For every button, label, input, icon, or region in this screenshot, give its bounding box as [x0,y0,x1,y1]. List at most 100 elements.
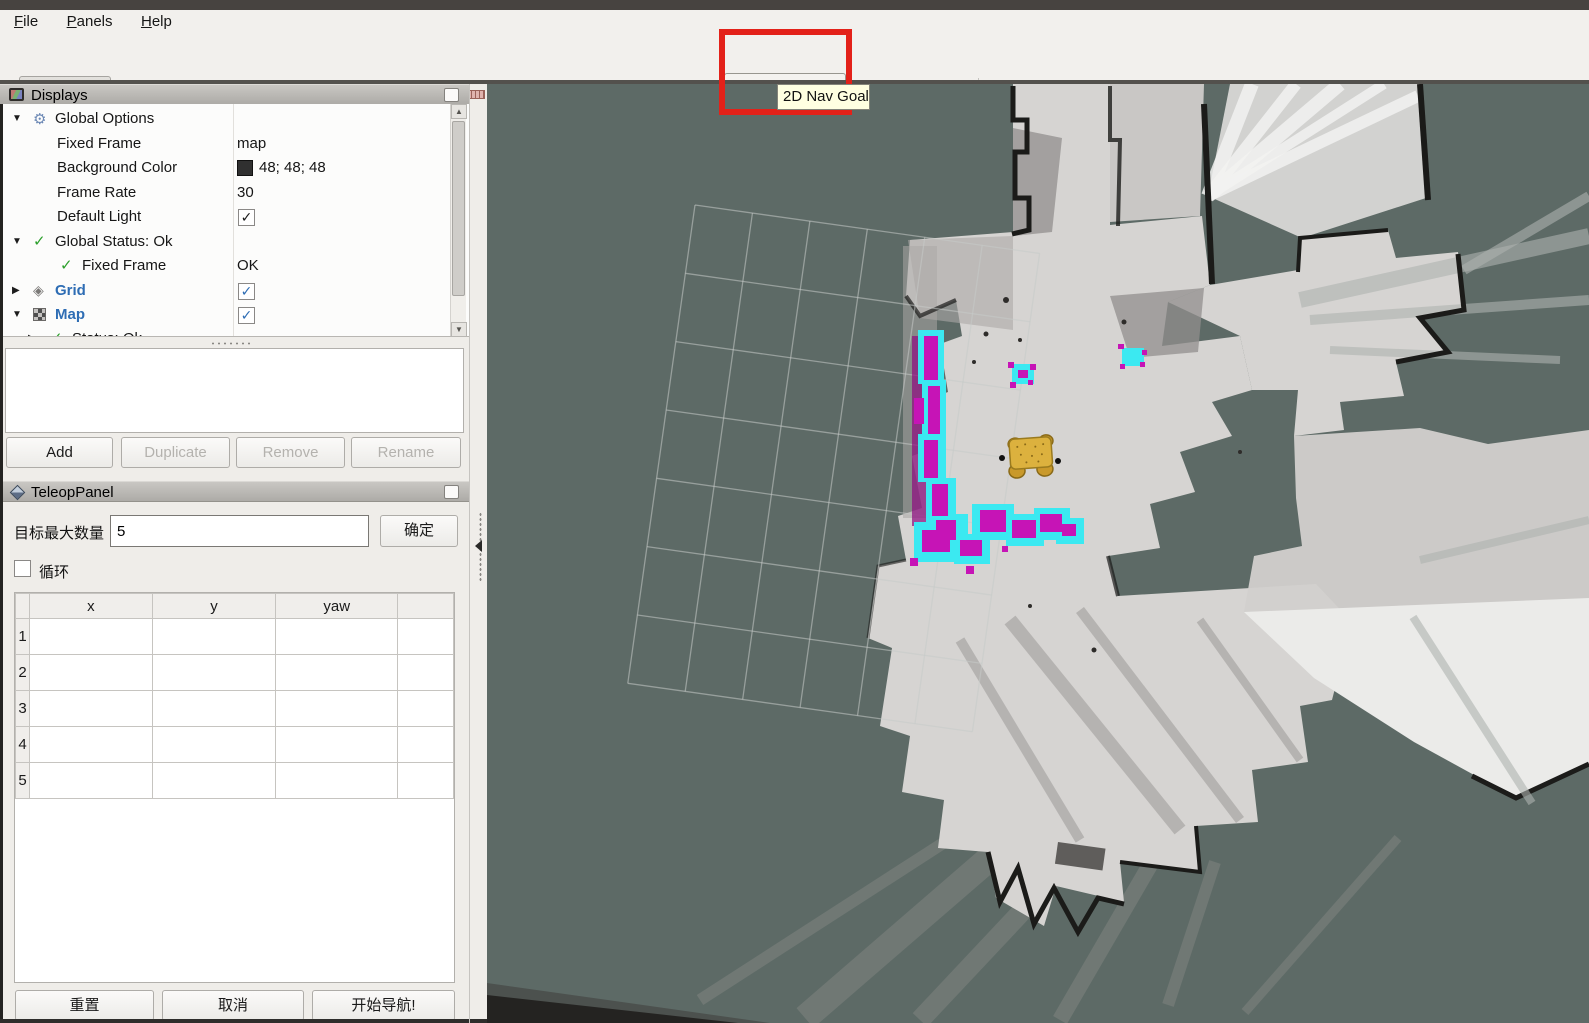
map-display-icon [33,308,46,321]
teleop-panel-header[interactable]: TeleopPanel [0,481,470,502]
tree-scrollbar[interactable]: ▲ ▼ [450,104,466,337]
tree-label: Global Status: Ok [55,233,173,250]
tree-row-grid[interactable]: ▶ ◈ Grid ✓ [0,280,450,304]
column-header-x[interactable]: x [29,594,152,619]
reset-button[interactable]: 重置 [15,990,154,1021]
window-titlebar [0,0,1589,10]
max-goals-input[interactable] [110,515,369,547]
row-header[interactable]: 3 [16,691,30,727]
scroll-up-arrow-icon[interactable]: ▲ [451,104,467,119]
cell-y[interactable] [152,727,276,763]
tree-label: Status: Ok [72,330,142,337]
column-header-y[interactable]: y [152,594,276,619]
menu-help[interactable]: Help [131,10,182,33]
displays-tree[interactable]: ▼ ⚙ Global Options Fixed Frame map Backg… [0,104,470,337]
tree-row-frame-rate[interactable]: Frame Rate 30 [0,182,450,206]
tree-row-fixed-frame-status[interactable]: ✓ Fixed Frame OK [0,255,450,279]
toolbar: ☝ Interact Move Camera Select Focus Came… [0,36,1589,80]
displays-panel-title: Displays [31,87,88,104]
window-left-edge [0,104,3,1023]
tree-value[interactable]: 30 [237,184,254,201]
start-navigation-button[interactable]: 开始导航! [312,990,455,1021]
grid-display-icon: ◈ [33,282,44,299]
displays-panel-header[interactable]: Displays [0,84,470,105]
row-header[interactable]: 2 [16,655,30,691]
chevron-right-icon[interactable]: ▶ [28,333,36,337]
displays-monitor-icon [9,88,24,101]
row-header[interactable]: 5 [16,763,30,799]
tree-value[interactable]: map [237,135,266,152]
menu-bar: File Panels Help [0,10,1589,36]
table-row: 1 [16,619,454,655]
loop-checkbox-label: 循环 [39,561,69,582]
displays-float-button[interactable] [444,88,459,102]
cell-y[interactable] [152,691,276,727]
column-header-yaw[interactable]: yaw [276,594,398,619]
confirm-button[interactable]: 确定 [380,515,458,547]
rename-display-button: Rename [351,437,461,468]
occupancy-map-canvas [487,84,1589,1023]
checkmark-icon: ✓ [241,283,253,299]
remove-display-button: Remove [236,437,345,468]
cell-y[interactable] [152,619,276,655]
loop-checkbox[interactable] [14,560,31,577]
tree-row-global-options[interactable]: ▼ ⚙ Global Options [0,108,450,132]
cell-x[interactable] [29,763,152,799]
row-header[interactable]: 4 [16,727,30,763]
teleop-float-button[interactable] [444,485,459,499]
horizontal-splitter-handle[interactable] [210,341,250,346]
teleop-panel-title: TeleopPanel [31,484,114,501]
menu-panels[interactable]: Panels [57,10,123,33]
row-filler [398,763,454,799]
cell-yaw[interactable] [276,727,398,763]
checked-checkbox[interactable]: ✓ [238,307,255,324]
checked-checkbox[interactable]: ✓ [238,209,255,226]
status-ok-check-icon: ✓ [60,256,73,274]
cell-yaw[interactable] [276,619,398,655]
row-filler [398,655,454,691]
chevron-down-icon[interactable]: ▼ [12,236,22,247]
chevron-down-icon[interactable]: ▼ [12,309,22,320]
collapse-panel-arrow-icon[interactable] [475,540,482,552]
tree-label: Default Light [57,208,141,225]
scrollbar-thumb[interactable] [452,121,465,296]
teleop-diamond-icon [10,485,26,501]
cell-yaw[interactable] [276,655,398,691]
table-header-row: x y yaw [16,594,454,619]
checked-checkbox[interactable]: ✓ [238,283,255,300]
table-corner-cell [16,594,30,619]
render-view[interactable] [487,84,1589,1023]
goals-table: x y yaw 1 2 3 4 5 [15,593,454,799]
cell-y[interactable] [152,763,276,799]
tree-row-map[interactable]: ▼ Map ✓ [0,304,450,328]
add-display-button[interactable]: Add [6,437,113,468]
tree-row-map-status-partial[interactable]: ▶ ✓ Status: Ok [0,328,450,337]
cell-x[interactable] [29,619,152,655]
header-filler [398,594,454,619]
cancel-button[interactable]: 取消 [162,990,304,1021]
tree-row-background-color[interactable]: Background Color 48; 48; 48 [0,157,450,181]
chevron-right-icon[interactable]: ▶ [12,285,20,296]
color-swatch[interactable] [237,160,253,176]
cell-yaw[interactable] [276,763,398,799]
cell-x[interactable] [29,655,152,691]
tree-label: Map [55,306,85,323]
scroll-down-arrow-icon[interactable]: ▼ [451,322,467,337]
tree-value[interactable]: 48; 48; 48 [259,159,326,176]
table-row: 2 [16,655,454,691]
tree-row-global-status[interactable]: ▼ ✓ Global Status: Ok [0,231,450,255]
tree-row-fixed-frame[interactable]: Fixed Frame map [0,133,450,157]
cell-y[interactable] [152,655,276,691]
cell-yaw[interactable] [276,691,398,727]
cell-x[interactable] [29,691,152,727]
cell-x[interactable] [29,727,152,763]
row-filler [398,691,454,727]
chevron-down-icon[interactable]: ▼ [12,113,22,124]
tree-label: Fixed Frame [57,135,141,152]
menu-file[interactable]: File [4,10,48,33]
checkmark-icon: ✓ [241,307,253,323]
tree-row-default-light[interactable]: Default Light ✓ [0,206,450,230]
checkmark-icon: ✓ [241,209,253,225]
table-row: 3 [16,691,454,727]
row-header[interactable]: 1 [16,619,30,655]
